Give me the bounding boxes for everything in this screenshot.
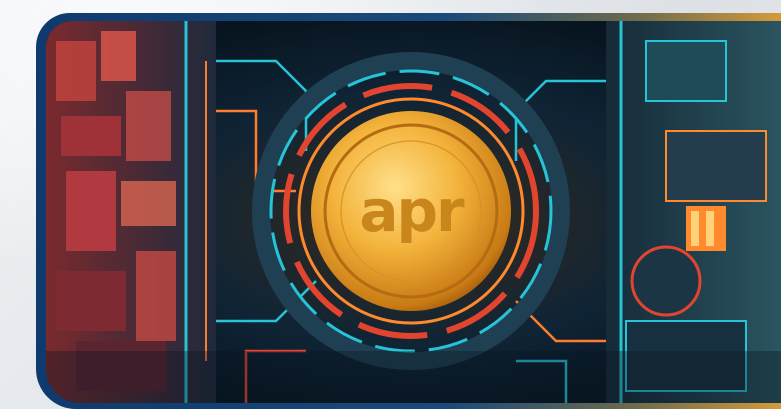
right-machinery — [606, 21, 781, 403]
left-circuit-towers — [46, 21, 216, 403]
hero-illustration: apr — [46, 21, 781, 403]
coin-label: apr — [359, 177, 465, 245]
image-frame: apr — [36, 13, 781, 409]
cyber-coin-artwork: apr — [46, 21, 781, 403]
apr-coin: apr — [311, 111, 511, 311]
